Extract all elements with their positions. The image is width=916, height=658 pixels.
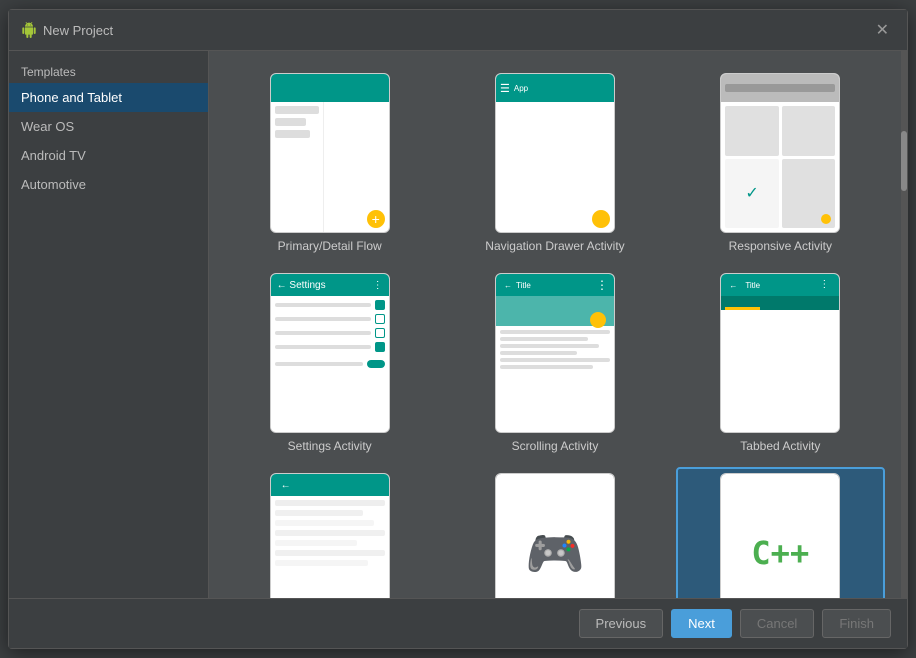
template-card-native-cpp[interactable]: C++ Native C++ xyxy=(676,467,885,598)
cancel-button[interactable]: Cancel xyxy=(740,609,814,638)
template-thumbnail-native-cpp: C++ xyxy=(720,473,840,598)
dialog-body: Templates Phone and Tablet Wear OS Andro… xyxy=(9,51,907,598)
sidebar-item-android-tv[interactable]: Android TV xyxy=(9,141,208,170)
sidebar-item-label-android-tv: Android TV xyxy=(21,148,86,163)
template-card-game-activity[interactable]: 🎮 Game Activity (C++) xyxy=(450,467,659,598)
template-card-primary-detail[interactable]: + Primary/Detail Flow xyxy=(225,67,434,259)
template-card-settings[interactable]: ← Settings ⋮ xyxy=(225,267,434,459)
template-card-navigation-drawer[interactable]: ☰ App Navigation Drawer Activity xyxy=(450,67,659,259)
template-name-primary-detail: Primary/Detail Flow xyxy=(278,239,382,253)
template-thumbnail-settings: ← Settings ⋮ xyxy=(270,273,390,433)
sidebar: Templates Phone and Tablet Wear OS Andro… xyxy=(9,51,209,598)
finish-button[interactable]: Finish xyxy=(822,609,891,638)
template-name-navigation-drawer: Navigation Drawer Activity xyxy=(485,239,624,253)
sidebar-item-label-automotive: Automotive xyxy=(21,177,86,192)
template-thumbnail-scrolling: ← Title ⋮ xyxy=(495,273,615,433)
dialog-title-text: New Project xyxy=(43,23,113,38)
sidebar-item-label-phone-tablet: Phone and Tablet xyxy=(21,90,122,105)
android-icon xyxy=(21,22,37,38)
gamepad-icon: 🎮 xyxy=(525,525,585,582)
sidebar-item-automotive[interactable]: Automotive xyxy=(9,170,208,199)
sidebar-item-phone-tablet[interactable]: Phone and Tablet xyxy=(9,83,208,112)
template-card-responsive[interactable]: Responsive Activity xyxy=(676,67,885,259)
template-name-responsive: Responsive Activity xyxy=(729,239,832,253)
main-content: + Primary/Detail Flow ☰ App xyxy=(209,51,901,598)
template-card-tabbed[interactable]: ← Title ⋮ Tabbed Activity xyxy=(676,267,885,459)
template-card-scrolling[interactable]: ← Title ⋮ xyxy=(450,267,659,459)
template-name-scrolling: Scrolling Activity xyxy=(512,439,599,453)
sidebar-section-label: Templates xyxy=(9,59,208,83)
template-name-tabbed: Tabbed Activity xyxy=(740,439,820,453)
sidebar-item-wear-os[interactable]: Wear OS xyxy=(9,112,208,141)
template-thumbnail-responsive xyxy=(720,73,840,233)
next-button[interactable]: Next xyxy=(671,609,732,638)
template-card-fragment-viewmodel[interactable]: ← xyxy=(225,467,434,598)
scrollbar[interactable] xyxy=(901,51,907,598)
template-thumbnail-game-activity: 🎮 xyxy=(495,473,615,598)
previous-button[interactable]: Previous xyxy=(579,609,664,638)
cpp-logo-text: C++ xyxy=(751,534,809,572)
new-project-dialog: New Project ✕ Templates Phone and Tablet… xyxy=(8,9,908,649)
dialog-footer: Previous Next Cancel Finish xyxy=(9,598,907,648)
sidebar-item-label-wear-os: Wear OS xyxy=(21,119,74,134)
template-thumbnail-navigation-drawer: ☰ App xyxy=(495,73,615,233)
template-thumbnail-fragment-viewmodel: ← xyxy=(270,473,390,598)
template-name-settings: Settings Activity xyxy=(288,439,372,453)
close-button[interactable]: ✕ xyxy=(870,18,895,42)
template-thumbnail-tabbed: ← Title ⋮ xyxy=(720,273,840,433)
scroll-thumb xyxy=(901,131,907,191)
dialog-titlebar: New Project ✕ xyxy=(9,10,907,51)
template-thumbnail-primary-detail: + xyxy=(270,73,390,233)
dialog-title: New Project xyxy=(21,22,113,38)
template-grid: + Primary/Detail Flow ☰ App xyxy=(209,51,901,598)
